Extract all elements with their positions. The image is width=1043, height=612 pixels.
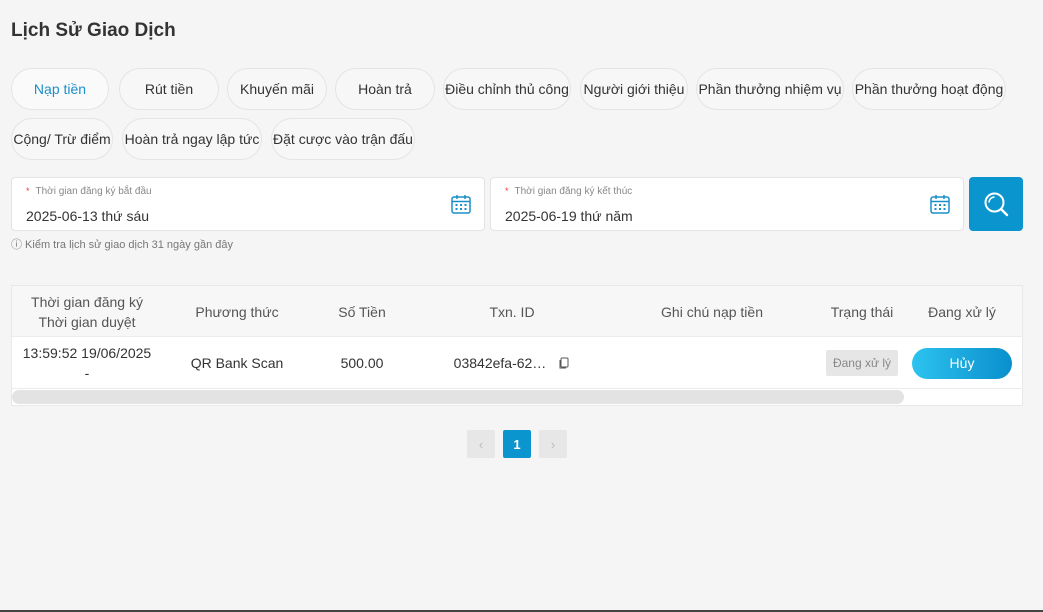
- cell-status: Đang xử lý: [812, 337, 912, 389]
- calendar-icon[interactable]: [929, 193, 951, 215]
- start-date-field[interactable]: * Thời gian đăng ký bắt đầu 2025-06-13 th…: [11, 177, 485, 231]
- tab-withdraw[interactable]: Rút tiền: [119, 68, 219, 110]
- search-icon: [984, 192, 1009, 217]
- header-time: Thời gian đăng ký Thời gian duyệt: [12, 286, 162, 337]
- header-amount: Số Tiền: [338, 303, 386, 320]
- header-time-registered: Thời gian đăng ký: [31, 293, 143, 310]
- tab-match-bet[interactable]: Đặt cược vào trận đấu: [271, 118, 415, 160]
- header-txn-id: Txn. ID: [489, 303, 535, 320]
- txn-id-text: 03842efa-62…: [453, 355, 547, 371]
- end-date-value: 2025-06-19 thứ năm: [505, 208, 633, 224]
- next-page-button[interactable]: ›: [539, 430, 567, 458]
- search-button[interactable]: [969, 177, 1023, 231]
- cancel-button[interactable]: Hủy: [912, 347, 1012, 379]
- cell-action: Hủy: [912, 337, 1012, 389]
- end-date-label: * Thời gian đăng ký kết thúc: [505, 186, 633, 197]
- header-status: Trạng thái: [830, 303, 894, 320]
- tab-referrer[interactable]: Người giới thiệu: [580, 68, 688, 110]
- cell-txn-id: 03842efa-62…: [412, 337, 612, 389]
- tab-manual-adjustment[interactable]: Điều chỉnh thủ công: [443, 68, 571, 110]
- cell-time: 13:59:52 19/06/2025 -: [12, 337, 162, 389]
- transaction-table: Thời gian đăng ký Thời gian duyệt Phương…: [11, 285, 1023, 406]
- cell-note: [612, 337, 812, 389]
- table-row: 13:59:52 19/06/2025 - QR Bank Scan 500.0…: [12, 337, 1022, 389]
- calendar-icon[interactable]: [450, 193, 472, 215]
- tab-points-adjustment[interactable]: Cộng/ Trừ điểm: [11, 118, 113, 160]
- tab-activity-reward[interactable]: Phần thưởng hoạt động: [852, 68, 1006, 110]
- header-note: Ghi chú nạp tiền: [661, 303, 763, 320]
- prev-page-button[interactable]: ‹: [467, 430, 495, 458]
- copy-icon[interactable]: [558, 357, 570, 369]
- tab-rebate[interactable]: Hoàn trả: [335, 68, 435, 110]
- page-button-current[interactable]: 1: [503, 430, 531, 458]
- status-badge: Đang xử lý: [825, 350, 899, 376]
- time-approved: -: [84, 365, 90, 381]
- cell-method: QR Bank Scan: [190, 355, 284, 371]
- time-registered: 13:59:52 19/06/2025: [22, 345, 152, 361]
- tab-deposit[interactable]: Nạp tiền: [11, 68, 109, 110]
- tab-mission-reward[interactable]: Phần thưởng nhiệm vụ: [696, 68, 844, 110]
- tab-instant-rebate[interactable]: Hoàn trả ngay lập tức: [122, 118, 262, 160]
- start-date-value: 2025-06-13 thứ sáu: [26, 208, 150, 224]
- header-method: Phương thức: [195, 303, 279, 320]
- table-header: Thời gian đăng ký Thời gian duyệt Phương…: [12, 286, 1022, 337]
- end-date-field[interactable]: * Thời gian đăng ký kết thúc 2025-06-19 t…: [490, 177, 964, 231]
- header-time-approved: Thời gian duyệt: [38, 313, 136, 330]
- start-date-label: * Thời gian đăng ký bắt đầu: [26, 186, 152, 197]
- horizontal-scrollbar[interactable]: [12, 390, 904, 404]
- date-range-hint: ⓘ Kiểm tra lịch sử giao dịch 31 ngày gần…: [11, 239, 233, 251]
- cell-amount: 500.00: [340, 355, 384, 371]
- tab-promotion[interactable]: Khuyến mãi: [227, 68, 327, 110]
- header-processing: Đang xử lý: [928, 303, 996, 320]
- page-title: Lịch Sử Giao Dịch: [11, 20, 176, 41]
